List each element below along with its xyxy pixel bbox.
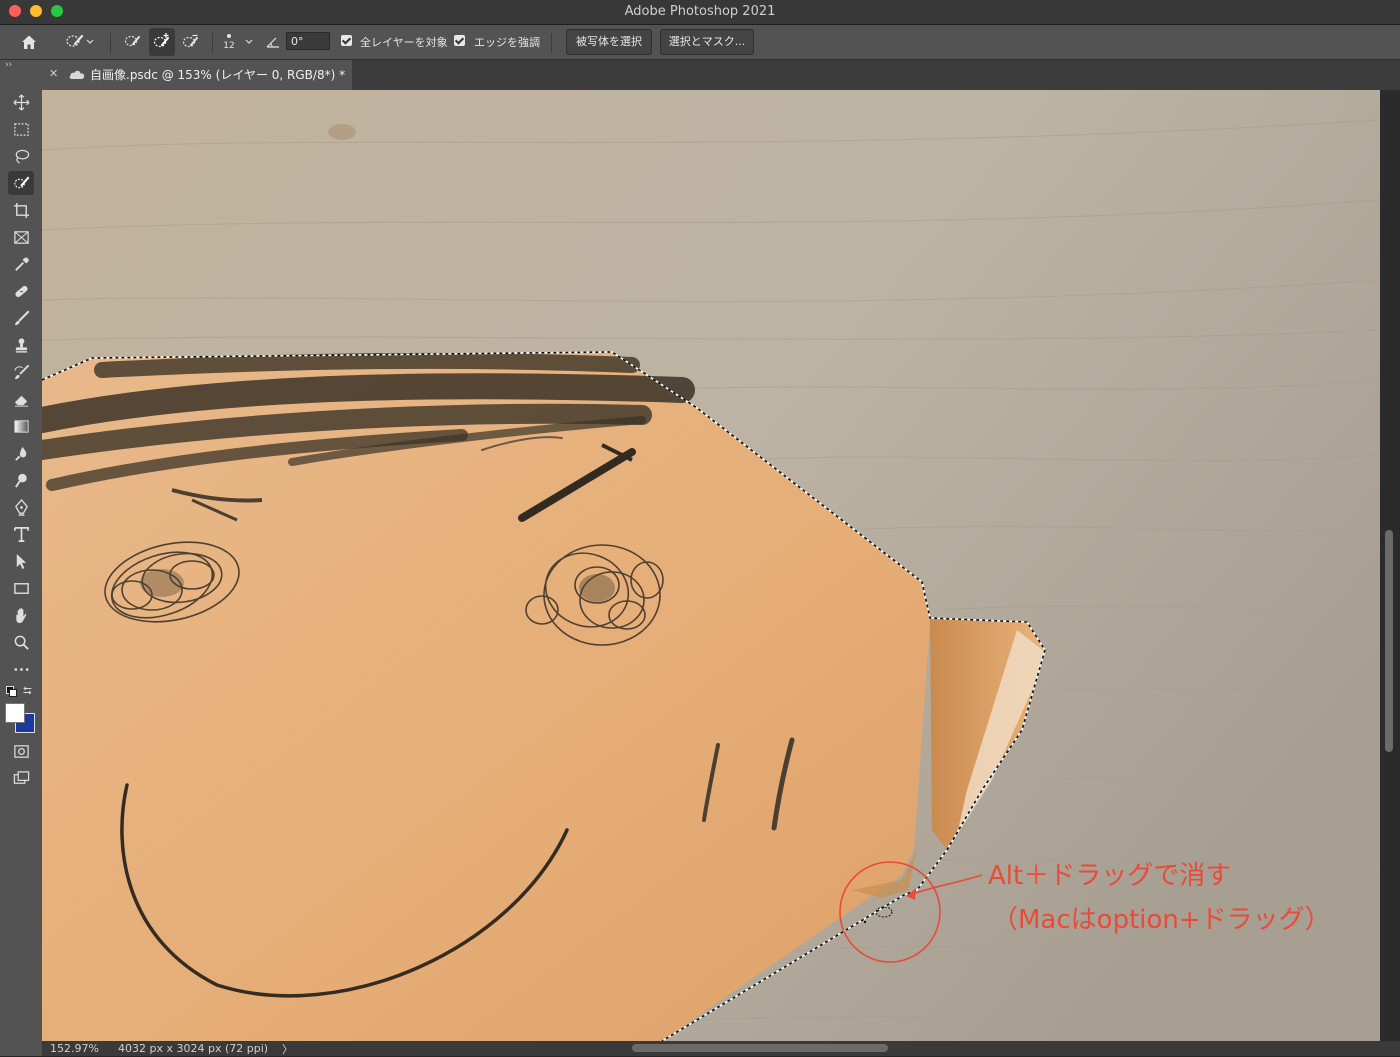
swap-colors-icon[interactable]: ⮀ [23, 684, 32, 698]
options-bar: 12 0° 全レイヤーを対象 エッジを強調 被写体を選択 選択とマスク... [0, 25, 1400, 60]
quick-selection-icon [13, 176, 29, 188]
status-bar: 152.97% 4032 px x 3024 px (72 ppi) 〉 [42, 1041, 1400, 1056]
default-colors-icon[interactable] [6, 686, 17, 697]
pen-icon [14, 498, 28, 516]
path-selection-tool[interactable] [8, 549, 34, 573]
screen-mode-icon [13, 770, 29, 784]
stamp-icon [15, 337, 27, 353]
subtract-from-selection-mode-button[interactable] [178, 28, 204, 56]
enhance-edge-checkbox[interactable] [454, 35, 465, 46]
sample-all-layers-label: 全レイヤーを対象 [360, 36, 448, 49]
move-tool[interactable] [8, 90, 34, 114]
annotation-line-1: Alt＋ドラッグで消す [988, 861, 1232, 891]
history-brush-tool[interactable] [8, 360, 34, 384]
foreground-color-swatch[interactable] [5, 703, 25, 723]
lasso-tool[interactable] [8, 144, 34, 168]
blur-drop-icon [14, 446, 26, 461]
quick-selection-icon [66, 34, 84, 47]
marquee-tool[interactable] [8, 117, 34, 141]
chevron-down-icon [86, 39, 94, 44]
annotation-line-2: （Macはoption+ドラッグ） [992, 905, 1331, 935]
dodge-icon [14, 473, 27, 488]
quick-selection-tool[interactable] [8, 171, 34, 195]
hand-icon [15, 607, 26, 623]
brush-size-picker[interactable]: 12 [218, 28, 240, 56]
crop-tool[interactable] [8, 198, 34, 222]
brush-icon [14, 310, 29, 325]
frame-icon [13, 230, 29, 244]
brush-size-value: 12 [223, 40, 235, 51]
add-to-selection-mode-button[interactable] [149, 28, 175, 56]
tool-preset-picker[interactable] [58, 28, 100, 56]
vertical-scroll-thumb[interactable] [1385, 530, 1393, 752]
home-button[interactable] [16, 28, 42, 56]
angle-input[interactable]: 0° [286, 32, 330, 50]
window-title: Adobe Photoshop 2021 [624, 4, 776, 19]
magnifier-icon [14, 635, 29, 650]
gradient-tool[interactable] [8, 414, 34, 438]
sample-all-layers-checkbox[interactable] [341, 35, 352, 46]
rectangle-tool[interactable] [8, 576, 34, 600]
eraser-icon [14, 395, 28, 407]
document-size-info: 4032 px x 3024 px (72 ppi) [118, 1042, 269, 1055]
title-bar: Adobe Photoshop 2021 [0, 0, 1400, 25]
blur-tool[interactable] [8, 441, 34, 465]
move-icon [13, 94, 29, 110]
pen-tool[interactable] [8, 495, 34, 519]
hand-tool[interactable] [8, 603, 34, 627]
zoom-level[interactable]: 152.97% [50, 1042, 99, 1055]
angle-icon-wrap [264, 28, 282, 56]
more-dots-icon [14, 667, 28, 671]
type-icon [13, 526, 29, 542]
quick-mask-icon [13, 744, 29, 758]
lasso-icon [15, 149, 29, 164]
vertical-scrollbar[interactable] [1380, 90, 1400, 1041]
history-brush-icon [13, 364, 29, 379]
brush-selection-subtract-icon [182, 34, 198, 48]
type-tool[interactable] [8, 522, 34, 546]
brush-size-dropdown[interactable] [243, 28, 255, 56]
screen-mode-button[interactable] [8, 766, 34, 790]
healing-brush-tool[interactable] [8, 279, 34, 303]
zoom-tool[interactable] [8, 630, 34, 654]
chevron-down-icon [245, 39, 253, 44]
eyedropper-icon [14, 256, 29, 271]
edit-toolbar-button[interactable] [8, 657, 34, 681]
select-subject-button[interactable]: 被写体を選択 [566, 29, 652, 55]
angle-icon [266, 37, 279, 48]
eraser-tool[interactable] [8, 387, 34, 411]
rectangle-shape-icon [13, 582, 29, 594]
eyedropper-tool[interactable] [8, 252, 34, 276]
home-icon [22, 35, 36, 49]
brush-dot-icon [227, 33, 231, 38]
horizontal-scroll-thumb[interactable] [632, 1044, 888, 1052]
document-canvas[interactable]: Alt＋ドラッグで消す （Macはoption+ドラッグ） [42, 90, 1380, 1041]
bandage-icon [14, 285, 28, 297]
frame-tool[interactable] [8, 225, 34, 249]
brush-selection-add-icon [153, 33, 169, 48]
dodge-tool[interactable] [8, 468, 34, 492]
document-tab-bar: ✕ 自画像.psdc @ 153% (レイヤー 0, RGB/8*) * [42, 60, 1400, 90]
document-tab[interactable]: ✕ 自画像.psdc @ 153% (レイヤー 0, RGB/8*) * [42, 60, 352, 90]
cloud-icon [69, 70, 85, 79]
new-selection-mode-button[interactable] [120, 28, 146, 56]
rectangular-marquee-icon [13, 122, 29, 136]
cursor-arrow-icon [16, 553, 26, 569]
close-icon[interactable]: ✕ [49, 67, 58, 80]
quick-mask-button[interactable] [8, 739, 34, 763]
document-tab-label: 自画像.psdc @ 153% (レイヤー 0, RGB/8*) * [90, 68, 346, 82]
panel-collapse-icon[interactable]: ›› [5, 60, 12, 70]
enhance-edge-label: エッジを強調 [474, 36, 540, 49]
brush-tool[interactable] [8, 306, 34, 330]
status-info-menu-arrow[interactable]: 〉 [282, 1041, 293, 1057]
tools-panel: ›› ⮀ [0, 60, 43, 1056]
brush-selection-new-icon [124, 35, 140, 47]
select-and-mask-button[interactable]: 選択とマスク... [660, 29, 754, 55]
clone-stamp-tool[interactable] [8, 333, 34, 357]
crop-icon [13, 202, 29, 218]
gradient-icon [13, 419, 29, 433]
